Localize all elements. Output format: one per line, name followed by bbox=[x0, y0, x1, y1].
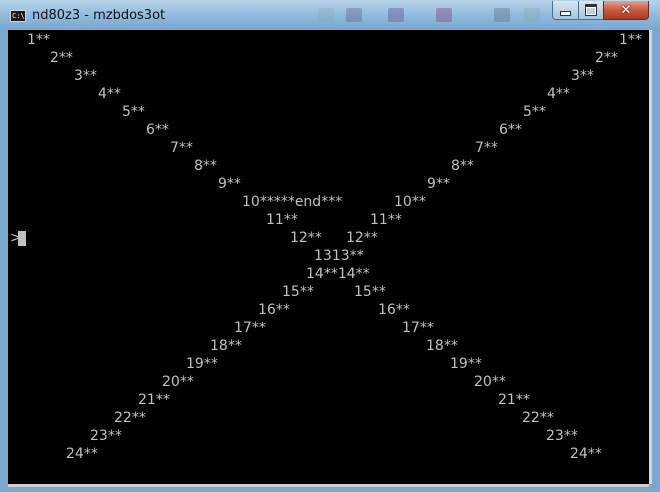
window-title: nd80z3 - mzbdos3ot bbox=[32, 8, 166, 23]
console-text-left: 6** bbox=[146, 122, 169, 138]
console-text-left: 20** bbox=[162, 374, 194, 390]
console-text-right: 12** bbox=[346, 230, 378, 246]
console-text-left: 24** bbox=[66, 446, 98, 462]
minimize-button[interactable] bbox=[552, 1, 579, 20]
console-text-left: 23** bbox=[90, 428, 122, 444]
console-text-right: 17** bbox=[402, 320, 434, 336]
console-text-right: 16** bbox=[378, 302, 410, 318]
close-button[interactable]: ✕ bbox=[603, 1, 649, 20]
console-text-left: 21** bbox=[138, 392, 170, 408]
console-text-left: 17** bbox=[234, 320, 266, 336]
console-text-right: 1** bbox=[619, 32, 642, 48]
console-text-right: 21** bbox=[498, 392, 530, 408]
console-text-right: 22** bbox=[522, 410, 554, 426]
console-text-right: 8** bbox=[451, 158, 474, 174]
console-text-right: 23** bbox=[546, 428, 578, 444]
console-text-left: 19** bbox=[186, 356, 218, 372]
console-text-left: 14**14** bbox=[306, 266, 370, 282]
console-text-left: 7** bbox=[170, 140, 193, 156]
console-window: C:\ nd80z3 - mzbdos3ot ✕ > 1** 1** 2** 2** 3… bbox=[0, 0, 660, 492]
console-text-right: 18** bbox=[426, 338, 458, 354]
console-text-right: 20** bbox=[474, 374, 506, 390]
blurred-toolbar-icon bbox=[436, 8, 452, 22]
console-text-left: 3** bbox=[74, 68, 97, 84]
blurred-toolbar-icon bbox=[524, 8, 540, 22]
minimize-icon bbox=[560, 10, 571, 16]
console-text-right: 5** bbox=[523, 104, 546, 120]
console-text-right: 11** bbox=[370, 212, 402, 228]
maximize-button[interactable] bbox=[578, 1, 604, 20]
blurred-toolbar-icon bbox=[494, 8, 510, 22]
console-text-right: 3** bbox=[571, 68, 594, 84]
blurred-toolbar-icon bbox=[318, 8, 334, 22]
maximize-icon bbox=[585, 4, 597, 16]
console-text-right: 7** bbox=[475, 140, 498, 156]
console-text-right: 9** bbox=[427, 176, 450, 192]
console-text-right: 2** bbox=[595, 50, 618, 66]
close-icon: ✕ bbox=[620, 2, 632, 18]
text-cursor bbox=[18, 231, 26, 246]
console-text-left: 12** bbox=[290, 230, 322, 246]
console-text-left: 1** bbox=[27, 32, 50, 48]
window-bottom-edge bbox=[8, 484, 649, 487]
console-app-icon[interactable]: C:\ bbox=[10, 10, 26, 22]
blurred-toolbar-icon bbox=[388, 8, 404, 22]
console-text-left: 11** bbox=[266, 212, 298, 228]
console-text-right: 10** bbox=[394, 194, 426, 210]
console-text-left: 9** bbox=[218, 176, 241, 192]
title-bar[interactable]: C:\ nd80z3 - mzbdos3ot ✕ bbox=[0, 0, 660, 30]
console-text-left: 15** bbox=[282, 284, 314, 300]
console-text-left: 10*****end*** bbox=[242, 194, 343, 210]
console-text-right: 24** bbox=[570, 446, 602, 462]
blurred-toolbar-icon bbox=[346, 8, 362, 22]
console-text-left: 22** bbox=[114, 410, 146, 426]
console-output[interactable]: > 1** 1** 2** 2** 3** 3** 4** 4** 5** 5** 6** 6** 7*… bbox=[8, 30, 649, 484]
console-text-left: 16** bbox=[258, 302, 290, 318]
console-text-right: 15** bbox=[354, 284, 386, 300]
console-text-left: 18** bbox=[210, 338, 242, 354]
scrollbar[interactable] bbox=[649, 30, 652, 484]
console-text-right: 6** bbox=[499, 122, 522, 138]
console-text-left: 4** bbox=[98, 86, 121, 102]
console-text-left: 8** bbox=[194, 158, 217, 174]
console-text-left: 1313** bbox=[314, 248, 364, 264]
console-text-left: 5** bbox=[122, 104, 145, 120]
console-text-right: 19** bbox=[450, 356, 482, 372]
console-text-left: 2** bbox=[50, 50, 73, 66]
console-text-right: 4** bbox=[547, 86, 570, 102]
